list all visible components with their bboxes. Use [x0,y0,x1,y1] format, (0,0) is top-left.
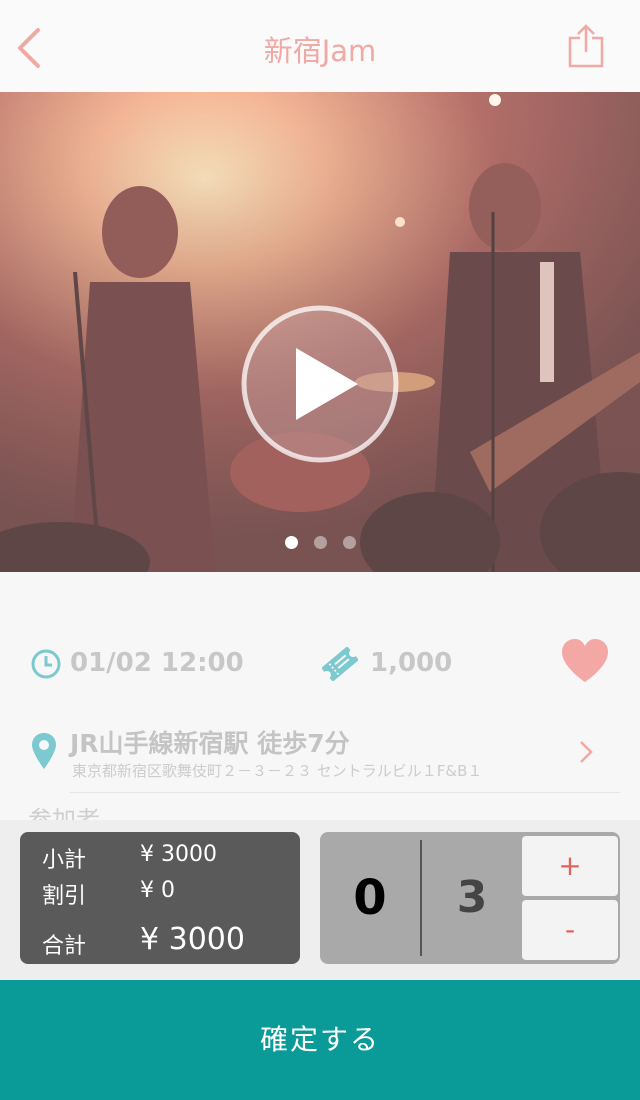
quantity-left-value: 0 [353,870,387,926]
clock-icon [31,649,61,679]
nav-bar: 新宿Jam [0,0,640,92]
page-title: 新宿Jam [263,34,377,68]
play-icon[interactable] [240,304,400,464]
location-row[interactable]: JR山手線新宿駅 徒歩7分 東京都新宿区歌舞伎町２－３－２３ セントラルビル１F… [0,720,640,790]
ticket-icon [322,646,358,682]
quantity-right-value: 3 [456,872,488,923]
decrement-button[interactable]: - [522,900,618,960]
divider [70,792,620,793]
confirm-button[interactable]: 確定する [0,980,640,1100]
subtotal-label: 小計 [42,848,87,873]
discount-label: 割引 [42,884,87,909]
carousel-indicator [0,534,640,553]
price-summary: 小計 ¥ 3000 割引 ¥ 0 合計 ¥ 3000 [20,832,300,964]
total-label: 合計 [42,934,87,959]
increment-button[interactable]: + [522,836,618,896]
heart-icon[interactable] [560,638,610,684]
event-photo-carousel[interactable] [0,92,640,572]
location-address: 東京都新宿区歌舞伎町２－３－２３ セントラルビル１F&B１ [72,762,483,780]
quantity-stepper: 0 3 + - [320,832,620,964]
share-button[interactable] [566,24,606,70]
event-price: 1,000 [370,648,453,678]
event-datetime: 01/02 12:00 [70,648,244,678]
event-info: 01/02 12:00 1,000 JR山手線新宿駅 徒歩7分 東京都新宿区歌舞… [0,572,640,834]
carousel-dot[interactable] [342,536,356,549]
discount-value: ¥ 0 [140,878,175,903]
location-title: JR山手線新宿駅 徒歩7分 [70,729,350,758]
subtotal-value: ¥ 3000 [140,842,217,867]
carousel-dot[interactable] [313,536,327,549]
total-value: ¥ 3000 [140,922,245,957]
map-pin-icon [32,733,56,769]
share-icon [568,24,604,68]
chevron-right-icon [580,741,593,763]
order-panel: 小計 ¥ 3000 割引 ¥ 0 合計 ¥ 3000 0 3 + - [0,820,640,980]
event-meta-row: 01/02 12:00 1,000 [0,639,640,686]
carousel-dot[interactable] [284,536,298,549]
